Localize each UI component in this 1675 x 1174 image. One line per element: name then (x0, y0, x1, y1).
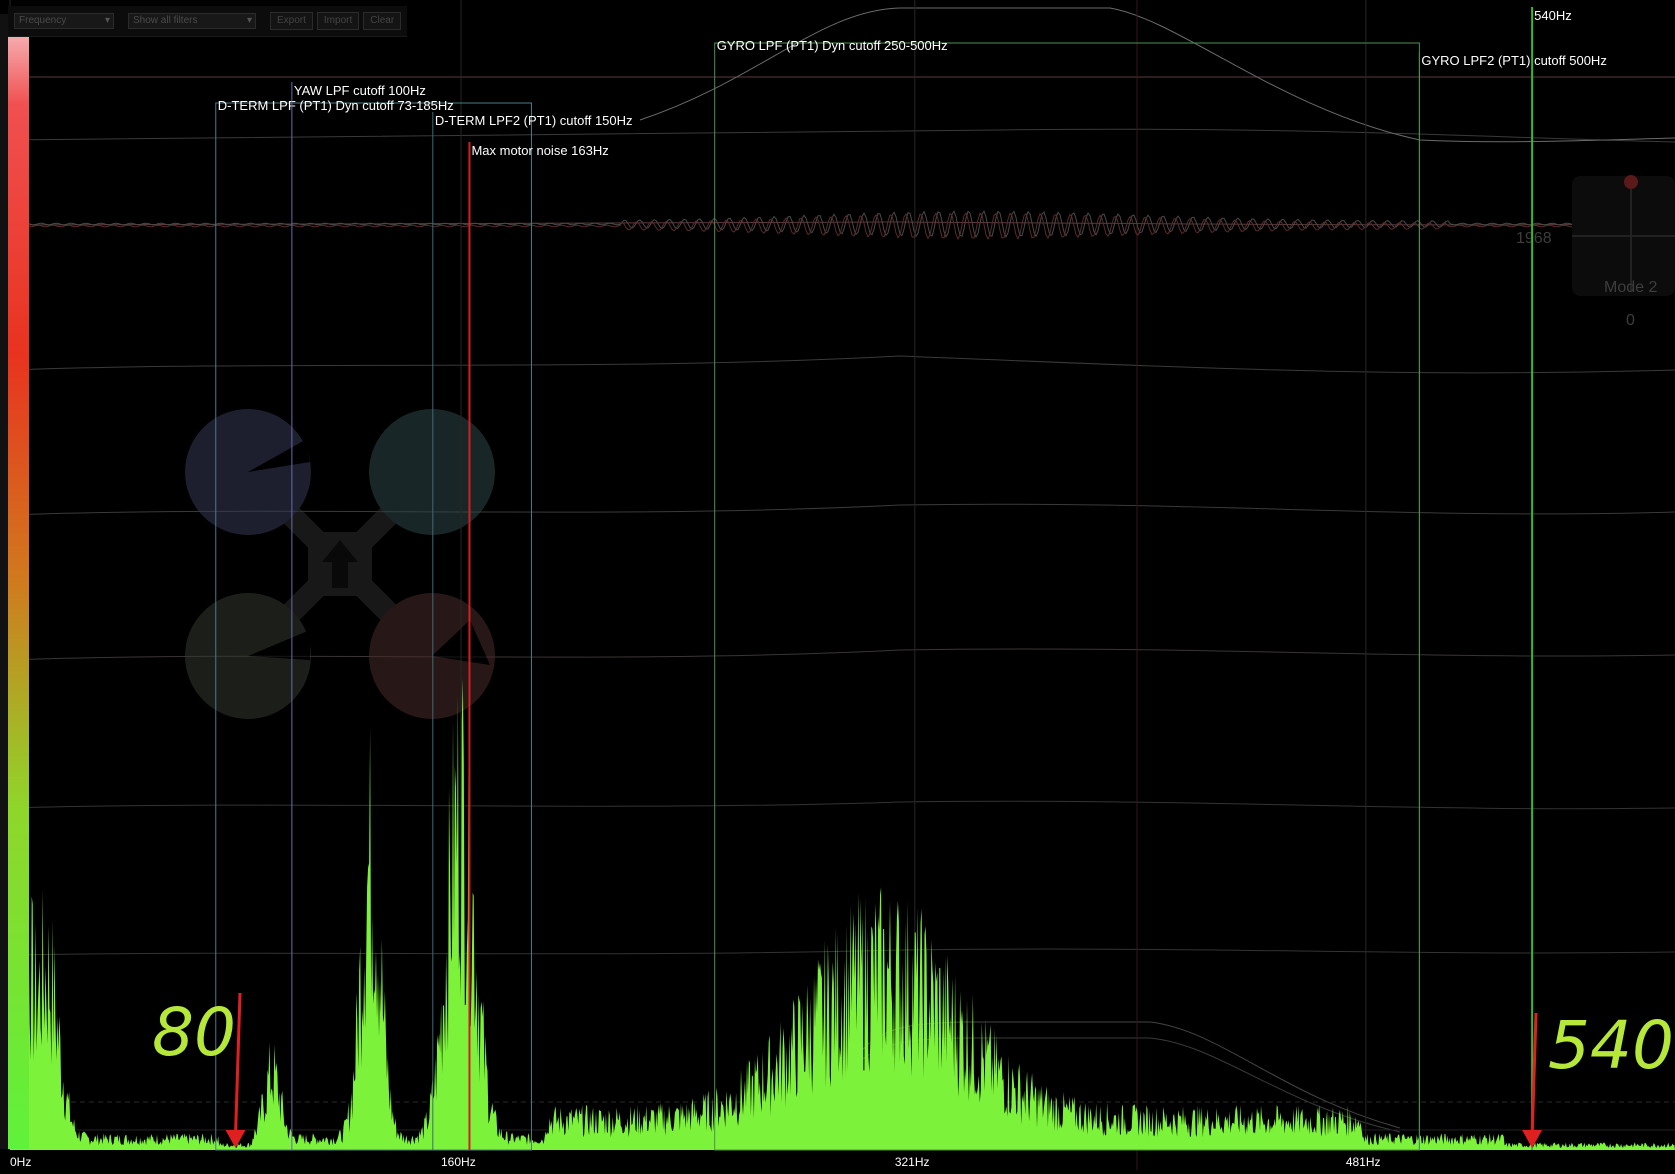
clear-button[interactable]: Clear (363, 12, 402, 30)
filter-display-select[interactable]: Show all filters ▾ (128, 13, 256, 29)
frequency-axis: 0Hz 160Hz 321Hz 481Hz (10, 1155, 1381, 1169)
stick-overlay: 1968 Mode 2 0 (1516, 175, 1675, 329)
filter-label-3: Max motor noise 163Hz (471, 143, 608, 158)
motor-overlay (185, 409, 495, 719)
x-tick-label-0: 0Hz (10, 1155, 31, 1169)
filter-label-0: D-TERM LPF (PT1) Dyn cutoff 73-185Hz (218, 98, 454, 113)
filter-label-6: 540Hz (1534, 8, 1572, 23)
spectrum-type-select[interactable]: Frequency ▾ (14, 13, 114, 29)
motor-front-right (369, 409, 495, 535)
chevron-down-icon: ▾ (246, 15, 252, 26)
x-tick-label-3: 481Hz (1346, 1155, 1381, 1169)
stick-position-dot (1624, 175, 1638, 189)
x-tick-label-1: 160Hz (441, 1155, 476, 1169)
annotation-text: 80 (152, 994, 236, 1071)
filter-label-4: GYRO LPF (PT1) Dyn cutoff 250-500Hz (717, 38, 948, 53)
filter-markers: D-TERM LPF (PT1) Dyn cutoff 73-185HzYAW … (215, 7, 1607, 1151)
filter-label-1: YAW LPF cutoff 100Hz (294, 83, 426, 98)
frequency-grid (9, 0, 1367, 1150)
motor-rear-right (369, 593, 495, 719)
background-traces (7, 0, 1675, 1170)
mode-zero: 0 (1626, 312, 1635, 329)
gyro-trace-line (7, 212, 1675, 241)
export-button[interactable]: Export (270, 12, 313, 30)
stick-value: 1968 (1516, 230, 1552, 247)
spectrum-chart: 1968 Mode 2 0 D-TERM LPF (PT1) Dyn cutof… (0, 0, 1675, 1170)
mode-label: Mode 2 (1604, 279, 1657, 296)
filter-label-2: D-TERM LPF2 (PT1) cutoff 150Hz (435, 113, 633, 128)
amplitude-legend (0, 14, 29, 1149)
filter-marker-6: 540Hz (1531, 7, 1572, 1150)
x-tick-label-2: 321Hz (895, 1155, 930, 1169)
chevron-down-icon: ▾ (104, 15, 110, 26)
annotation-80: 80 (152, 992, 246, 1148)
annotation-540: 540 (1522, 1007, 1674, 1148)
annotation-text: 540 (1548, 1007, 1674, 1084)
spectrum-type-value: Frequency (19, 15, 67, 26)
import-button[interactable]: Import (316, 12, 360, 30)
arrow-down-icon (225, 1130, 246, 1148)
annotation-arrow-shaft (234, 992, 242, 1137)
filter-label-5: GYRO LPF2 (PT1) cutoff 500Hz (1421, 53, 1606, 68)
filter-display-value: Show all filters (133, 15, 198, 26)
spectrum-analyzer: 1968 Mode 2 0 D-TERM LPF (PT1) Dyn cutof… (0, 0, 1675, 1170)
spectrum-toolbar: Frequency ▾ Show all filters ▾ Export Im… (8, 6, 408, 37)
